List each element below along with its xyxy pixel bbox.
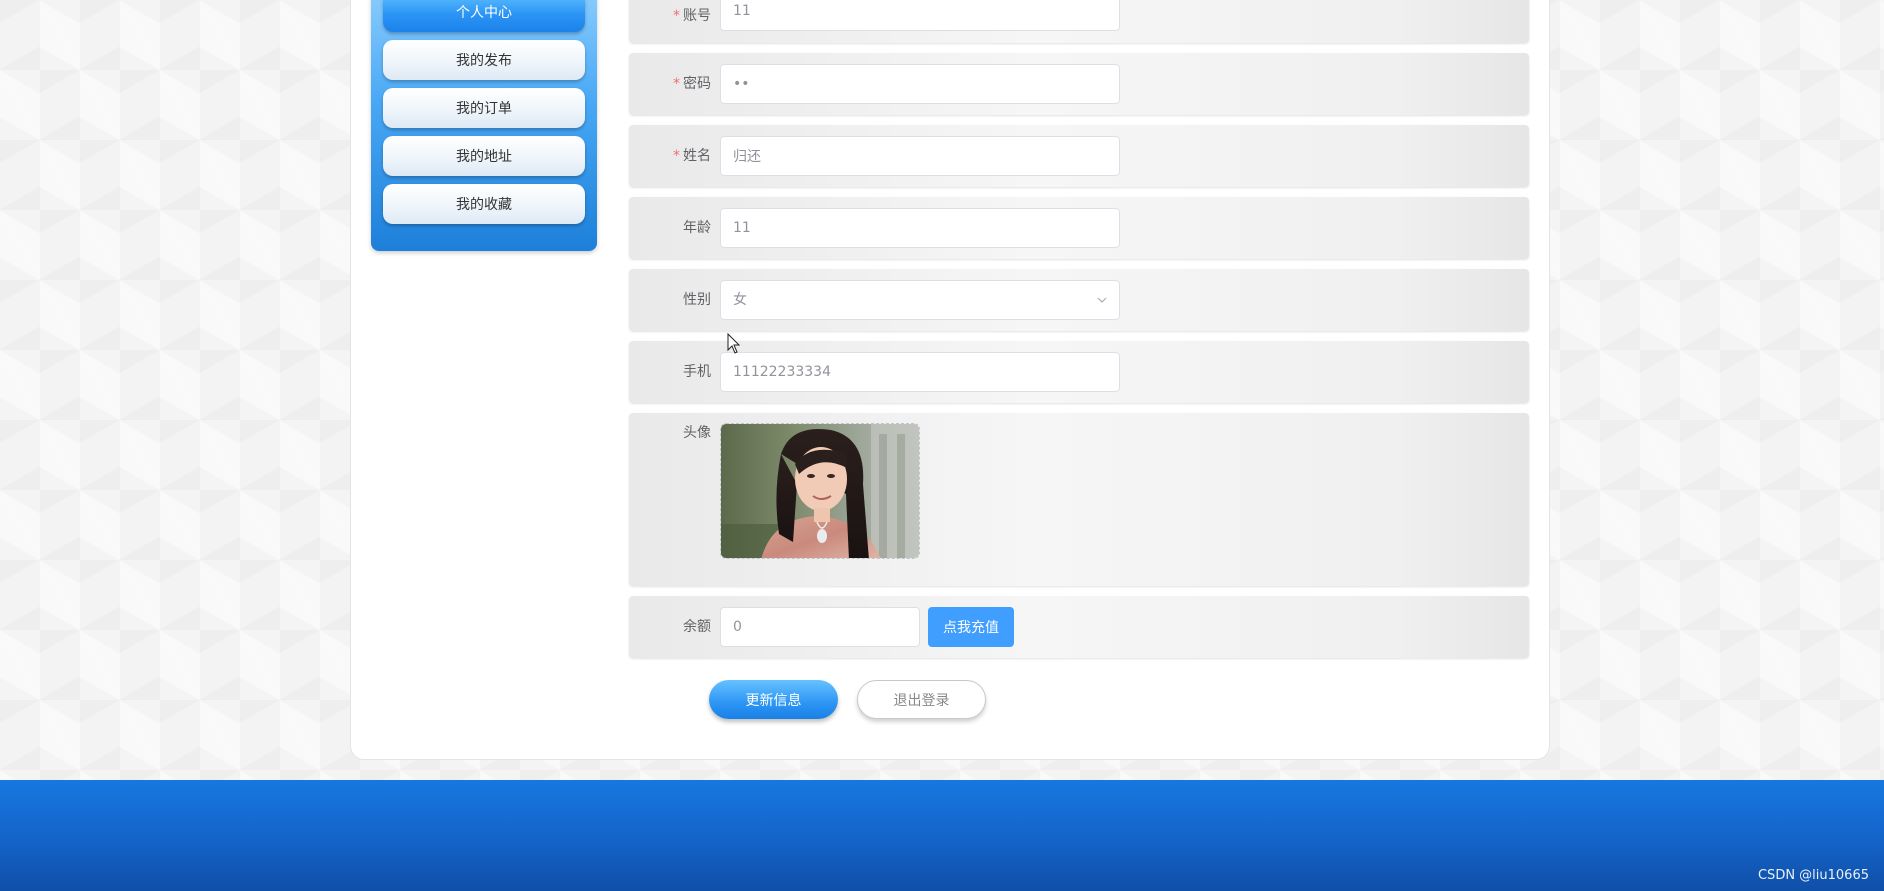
name-label-text: 姓名: [683, 148, 711, 164]
avatar-image: [721, 424, 919, 558]
form-row-gender: 性别 女: [629, 269, 1529, 331]
gender-select[interactable]: 女: [720, 280, 1120, 320]
footer: CSDN @liu10665: [0, 780, 1884, 891]
age-input[interactable]: [720, 208, 1120, 248]
password-input[interactable]: [720, 64, 1120, 104]
phone-input[interactable]: [720, 352, 1120, 392]
required-mark: *: [673, 148, 680, 164]
watermark-text: CSDN @liu10665: [1757, 868, 1869, 883]
account-label: * 账号: [629, 0, 711, 36]
form-row-balance: 余额 点我充值: [629, 596, 1529, 658]
form-row-account: * 账号: [629, 0, 1529, 43]
avatar-label: 头像: [683, 425, 711, 441]
required-mark: *: [673, 8, 680, 24]
update-info-button[interactable]: 更新信息: [709, 680, 838, 719]
form-row-age: 年龄: [629, 197, 1529, 259]
account-label-text: 账号: [683, 8, 711, 24]
logout-button[interactable]: 退出登录: [857, 680, 986, 719]
account-input[interactable]: [720, 0, 1120, 31]
phone-label: 手机: [683, 364, 711, 380]
sidebar-item-profile[interactable]: 个人中心: [383, 0, 585, 32]
chevron-down-icon: [1097, 297, 1107, 303]
required-mark: *: [673, 76, 680, 92]
age-label: 年龄: [683, 220, 711, 236]
password-label-text: 密码: [683, 76, 711, 92]
balance-input[interactable]: [720, 607, 920, 647]
form-row-avatar: 头像: [629, 413, 1529, 586]
mouse-cursor-icon: [727, 333, 741, 354]
gender-selected-value: 女: [733, 292, 747, 308]
sidebar-item-my-orders[interactable]: 我的订单: [383, 88, 585, 128]
form-row-phone: 手机: [629, 341, 1529, 403]
password-label: * 密码: [629, 64, 711, 104]
sidebar-item-my-address[interactable]: 我的地址: [383, 136, 585, 176]
name-input[interactable]: [720, 136, 1120, 176]
form-row-name: * 姓名: [629, 125, 1529, 187]
sidebar-item-my-favorites[interactable]: 我的收藏: [383, 184, 585, 224]
gender-label: 性别: [683, 292, 711, 308]
avatar-uploader[interactable]: [720, 423, 920, 559]
form-row-password: * 密码: [629, 53, 1529, 115]
sidebar-item-my-posts[interactable]: 我的发布: [383, 40, 585, 80]
recharge-button[interactable]: 点我充值: [928, 607, 1014, 647]
name-label: * 姓名: [629, 136, 711, 176]
balance-label: 余额: [683, 619, 711, 635]
user-sidebar: 个人中心 我的发布 我的订单 我的地址 我的收藏: [371, 0, 597, 251]
